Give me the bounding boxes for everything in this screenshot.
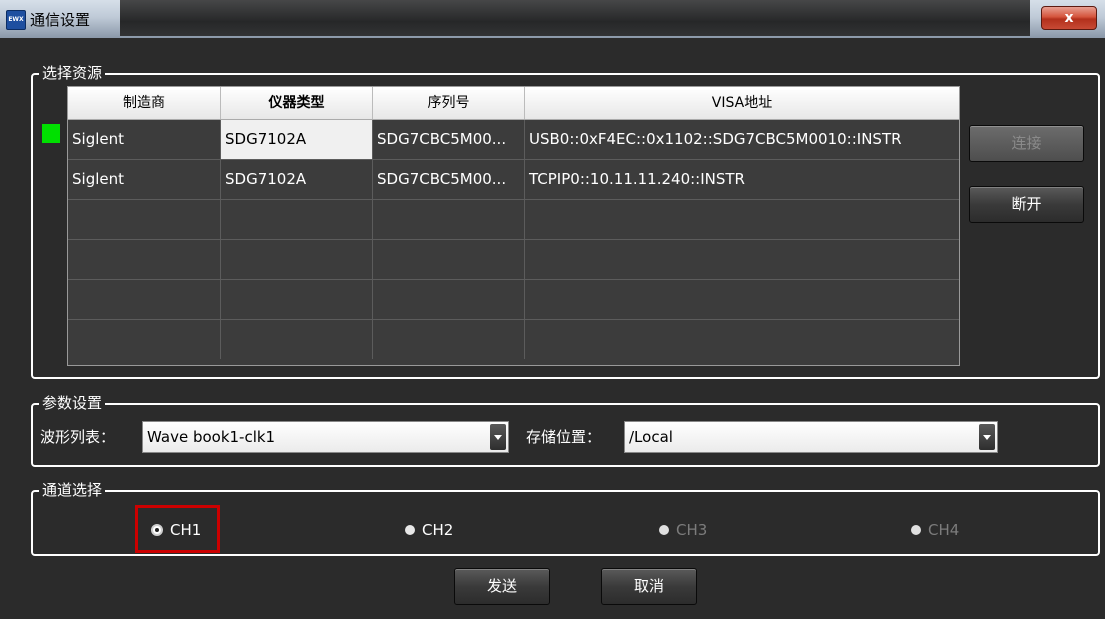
radio-ch3-label: CH3 bbox=[676, 521, 708, 539]
radio-unchecked-icon bbox=[911, 524, 921, 535]
parameter-group-label: 参数设置 bbox=[39, 394, 106, 412]
radio-ch1-label: CH1 bbox=[170, 521, 202, 539]
cell-empty bbox=[373, 200, 525, 239]
disconnect-button[interactable]: 断开 bbox=[969, 186, 1084, 223]
storage-location-select[interactable]: /Local bbox=[624, 421, 998, 453]
radio-ch2[interactable]: CH2 bbox=[405, 519, 453, 541]
connect-button[interactable]: 连接 bbox=[969, 125, 1084, 162]
cell-manufacturer[interactable]: Siglent bbox=[68, 120, 221, 159]
radio-checked-icon bbox=[151, 523, 163, 536]
radio-unchecked-icon bbox=[659, 524, 669, 535]
cell-empty bbox=[68, 240, 221, 279]
cell-empty bbox=[525, 320, 959, 359]
cell-serial[interactable]: SDG7CBC5M00... bbox=[373, 120, 525, 159]
storage-location-value: /Local bbox=[629, 428, 673, 446]
wave-list-select[interactable]: Wave book1-clk1 bbox=[142, 421, 509, 453]
cell-empty bbox=[525, 200, 959, 239]
cell-empty bbox=[221, 320, 373, 359]
column-header-visa[interactable]: VISA地址 bbox=[525, 87, 959, 119]
resource-table: 制造商 仪器类型 序列号 VISA地址 Siglent SDG7102A SDG… bbox=[67, 86, 960, 366]
cell-empty bbox=[68, 320, 221, 359]
column-header-manufacturer[interactable]: 制造商 bbox=[68, 87, 221, 119]
cell-type[interactable]: SDG7102A bbox=[221, 160, 373, 199]
cell-empty bbox=[221, 240, 373, 279]
column-header-serial[interactable]: 序列号 bbox=[373, 87, 525, 119]
table-row-empty bbox=[68, 240, 959, 280]
radio-ch4[interactable]: CH4 bbox=[911, 519, 959, 541]
table-row-empty bbox=[68, 320, 959, 360]
send-button[interactable]: 发送 bbox=[454, 568, 550, 605]
cell-visa[interactable]: USB0::0xF4EC::0x1102::SDG7CBC5M0010::INS… bbox=[525, 120, 959, 159]
cancel-button[interactable]: 取消 bbox=[601, 568, 697, 605]
resource-group-label: 选择资源 bbox=[39, 64, 106, 82]
table-row[interactable]: Siglent SDG7102A SDG7CBC5M00... USB0::0x… bbox=[68, 120, 959, 160]
channel-group-label: 通道选择 bbox=[39, 481, 106, 499]
table-row-empty bbox=[68, 200, 959, 240]
radio-ch2-label: CH2 bbox=[422, 521, 454, 539]
app-icon: EWX bbox=[6, 10, 26, 30]
connection-status-indicator bbox=[42, 124, 60, 143]
cell-serial[interactable]: SDG7CBC5M00... bbox=[373, 160, 525, 199]
wave-list-value: Wave book1-clk1 bbox=[147, 428, 276, 446]
cell-empty bbox=[68, 200, 221, 239]
table-row-empty bbox=[68, 280, 959, 320]
chevron-down-icon[interactable] bbox=[979, 424, 995, 450]
radio-unchecked-icon bbox=[405, 524, 415, 535]
title-bar: EWX 通信设置 x bbox=[0, 0, 1105, 38]
cell-empty bbox=[525, 240, 959, 279]
cell-empty bbox=[221, 280, 373, 319]
cell-empty bbox=[373, 240, 525, 279]
radio-ch3[interactable]: CH3 bbox=[659, 519, 707, 541]
cell-visa[interactable]: TCPIP0::10.11.11.240::INSTR bbox=[525, 160, 959, 199]
chevron-down-icon[interactable] bbox=[490, 424, 506, 450]
storage-location-label: 存储位置： bbox=[526, 428, 602, 446]
cell-empty bbox=[68, 280, 221, 319]
window-title: 通信设置 bbox=[30, 11, 91, 29]
radio-ch1[interactable]: CH1 bbox=[151, 519, 201, 541]
cell-empty bbox=[373, 280, 525, 319]
cell-type[interactable]: SDG7102A bbox=[221, 120, 373, 159]
radio-ch4-label: CH4 bbox=[928, 521, 960, 539]
cell-empty bbox=[525, 280, 959, 319]
column-header-type[interactable]: 仪器类型 bbox=[221, 87, 373, 119]
close-button[interactable]: x bbox=[1041, 6, 1097, 30]
table-row[interactable]: Siglent SDG7102A SDG7CBC5M00... TCPIP0::… bbox=[68, 160, 959, 200]
cell-empty bbox=[221, 200, 373, 239]
table-header: 制造商 仪器类型 序列号 VISA地址 bbox=[68, 87, 959, 120]
cell-manufacturer[interactable]: Siglent bbox=[68, 160, 221, 199]
title-bar-background bbox=[120, 0, 1030, 36]
wave-list-label: 波形列表： bbox=[40, 428, 116, 446]
cell-empty bbox=[373, 320, 525, 359]
